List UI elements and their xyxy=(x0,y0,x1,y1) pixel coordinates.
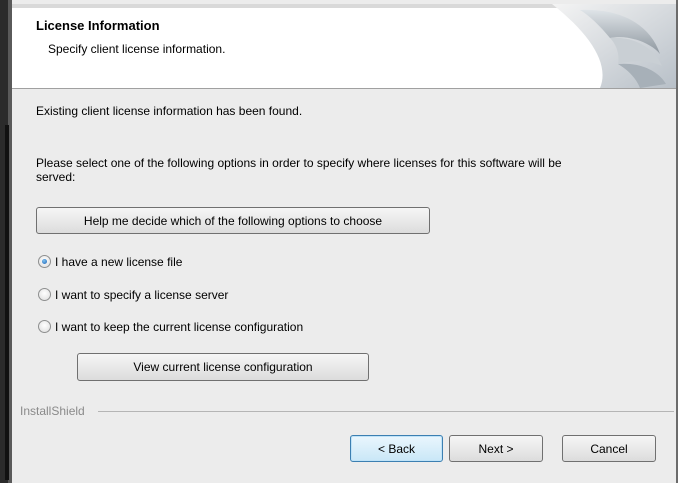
installshield-brand: InstallShield xyxy=(20,404,89,418)
page-title: License Information xyxy=(36,18,160,33)
page-subtitle: Specify client license information. xyxy=(48,42,226,56)
radio-label-license-server[interactable]: I want to specify a license server xyxy=(55,288,228,302)
installer-banner-art-icon xyxy=(552,4,676,88)
radio-label-new-license[interactable]: I have a new license file xyxy=(55,255,182,269)
license-dialog: License Information Specify client licen… xyxy=(12,0,676,483)
radio-license-server[interactable] xyxy=(38,288,51,301)
radio-keep-current[interactable] xyxy=(38,320,51,333)
help-decide-button[interactable]: Help me decide which of the following op… xyxy=(36,207,430,234)
view-current-config-button[interactable]: View current license configuration xyxy=(77,353,369,381)
radio-label-keep-current[interactable]: I want to keep the current license confi… xyxy=(55,320,303,334)
header-banner: License Information Specify client licen… xyxy=(12,4,676,89)
cancel-button[interactable]: Cancel xyxy=(562,435,656,462)
back-button[interactable]: < Back xyxy=(350,435,443,462)
next-button[interactable]: Next > xyxy=(449,435,543,462)
existing-license-text: Existing client license information has … xyxy=(36,104,303,118)
window-left-edge xyxy=(0,0,12,483)
radio-new-license[interactable] xyxy=(38,255,51,268)
footer-divider xyxy=(98,411,674,412)
instructions-text: Please select one of the following optio… xyxy=(36,156,562,184)
window-edge-shadow xyxy=(5,125,9,480)
